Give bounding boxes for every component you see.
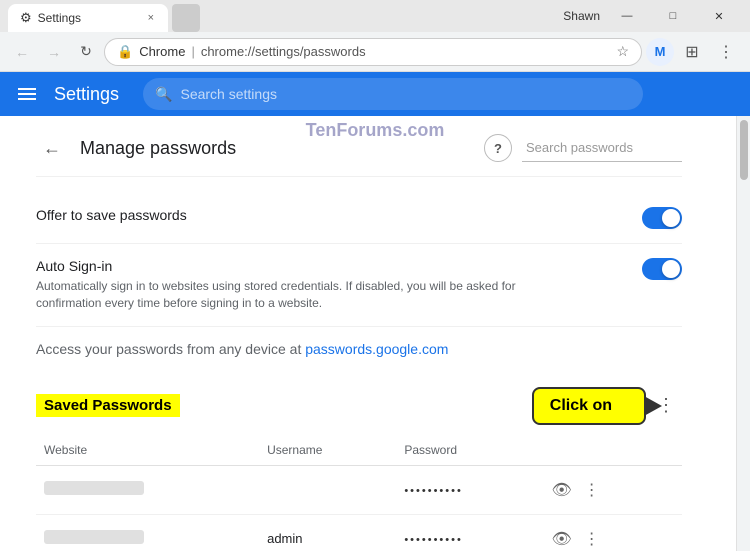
scrollbar[interactable] <box>736 116 750 551</box>
page-header-left: ← Manage passwords <box>36 132 236 164</box>
search-icon: 🔍 <box>155 86 172 103</box>
help-button[interactable]: ? <box>484 134 512 162</box>
google-passwords-link[interactable]: passwords.google.com <box>305 341 448 357</box>
url-origin: Chrome <box>139 44 185 59</box>
settings-search-box[interactable]: 🔍 <box>143 78 643 110</box>
close-window-button[interactable]: ✕ <box>696 0 742 32</box>
password-dots-1: •••••••••• <box>404 485 463 497</box>
username-label: Shawn <box>563 9 600 23</box>
hamburger-line-2 <box>18 93 36 95</box>
google-link-text: Access your passwords from any device at <box>36 341 305 357</box>
blurred-website-2 <box>44 530 144 544</box>
row-actions-2: 👁 ⋮ <box>548 525 674 551</box>
username-cell-2: admin <box>259 514 396 551</box>
page-header-right: ? <box>484 134 682 162</box>
page-back-button[interactable]: ← <box>36 132 68 164</box>
table-row: •••••••••• 👁 ⋮ <box>36 465 682 514</box>
google-link-row: Access your passwords from any device at… <box>36 327 682 377</box>
tab-close-button[interactable]: × <box>146 10 156 26</box>
passwords-table: Website Username Password •••••••••• 👁 ⋮ <box>36 435 682 551</box>
settings-tab-title: Settings <box>38 11 81 25</box>
actions-cell-1: 👁 ⋮ <box>540 465 682 514</box>
offer-save-passwords-row: Offer to save passwords <box>36 193 682 244</box>
tab-area: ⚙ Settings × <box>8 0 563 32</box>
page-header: ← Manage passwords ? <box>36 132 682 177</box>
url-path: chrome://settings/passwords <box>201 44 366 59</box>
toolbar-actions: M ⊞ ⋮ <box>646 36 742 68</box>
auto-signin-label: Auto Sign-in <box>36 258 516 274</box>
maximize-button[interactable]: □ <box>650 0 696 32</box>
auto-signin-toggle[interactable] <box>642 258 682 280</box>
blurred-website-1 <box>44 481 144 495</box>
website-cell-1 <box>36 465 259 514</box>
callout-arrow-icon <box>620 400 628 412</box>
password-search-input[interactable] <box>522 134 682 162</box>
auto-signin-desc: Automatically sign in to websites using … <box>36 278 516 312</box>
settings-tab-icon: ⚙ <box>20 10 32 26</box>
main-content: ← Manage passwords ? Offer to save passw… <box>0 116 750 551</box>
reload-button[interactable]: ↻ <box>72 38 100 66</box>
scroll-thumb[interactable] <box>740 120 748 180</box>
password-column-header: Password <box>396 435 539 466</box>
row-more-button-1[interactable]: ⋮ <box>578 476 606 504</box>
password-cell-2: •••••••••• <box>396 514 539 551</box>
show-password-button-1[interactable]: 👁 <box>548 476 576 504</box>
offer-save-passwords-toggle[interactable] <box>642 207 682 229</box>
settings-search-input[interactable] <box>180 86 631 102</box>
back-button[interactable]: ← <box>8 38 36 66</box>
auto-signin-toggle-slider <box>642 258 682 280</box>
titlebar: ⚙ Settings × Shawn — □ ✕ <box>0 0 750 32</box>
extensions-button[interactable]: ⊞ <box>676 36 708 68</box>
forward-button[interactable]: → <box>40 38 68 66</box>
password-cell-1: •••••••••• <box>396 465 539 514</box>
table-body: •••••••••• 👁 ⋮ admin •••••••••• 👁 <box>36 465 682 551</box>
auto-signin-label-area: Auto Sign-in Automatically sign in to we… <box>36 258 516 312</box>
website-cell-2 <box>36 514 259 551</box>
saved-passwords-section-header: Saved Passwords Click on ⋮ <box>36 377 682 435</box>
callout-text: Click on <box>550 397 612 415</box>
table-header: Website Username Password <box>36 435 682 466</box>
minimize-button[interactable]: — <box>604 0 650 32</box>
password-dots-2: •••••••••• <box>404 534 463 546</box>
table-row: admin •••••••••• 👁 ⋮ <box>36 514 682 551</box>
saved-passwords-actions: Click on ⋮ <box>532 387 682 425</box>
bookmark-button[interactable]: ☆ <box>616 43 629 60</box>
username-column-header: Username <box>259 435 396 466</box>
toggle-slider <box>642 207 682 229</box>
page-title: Manage passwords <box>80 138 236 159</box>
username-cell-1 <box>259 465 396 514</box>
url-separator: | <box>191 44 194 59</box>
auto-signin-row: Auto Sign-in Automatically sign in to we… <box>36 244 682 327</box>
row-actions-1: 👁 ⋮ <box>548 476 674 504</box>
website-column-header: Website <box>36 435 259 466</box>
url-actions: ☆ <box>616 43 629 60</box>
offer-save-passwords-label-area: Offer to save passwords <box>36 207 187 223</box>
row-more-button-2[interactable]: ⋮ <box>578 525 606 551</box>
actions-column-header <box>540 435 682 466</box>
offer-save-passwords-label: Offer to save passwords <box>36 207 187 223</box>
addressbar: ← → ↻ 🔒 Chrome | chrome://settings/passw… <box>0 32 750 72</box>
actions-cell-2: 👁 ⋮ <box>540 514 682 551</box>
hamburger-line-3 <box>18 98 36 100</box>
settings-tab[interactable]: ⚙ Settings × <box>8 4 168 32</box>
settings-page-title: Settings <box>54 84 119 105</box>
url-bar[interactable]: 🔒 Chrome | chrome://settings/passwords ☆ <box>104 38 642 66</box>
menu-button[interactable]: ⋮ <box>710 36 742 68</box>
hamburger-line-1 <box>18 88 36 90</box>
new-tab-button[interactable] <box>172 4 200 32</box>
show-password-button-2[interactable]: 👁 <box>548 525 576 551</box>
content-area: ← Manage passwords ? Offer to save passw… <box>0 116 730 551</box>
saved-passwords-label: Saved Passwords <box>36 394 180 417</box>
hamburger-menu-button[interactable] <box>12 82 42 106</box>
secure-icon: 🔒 <box>117 44 133 60</box>
window-controls: — □ ✕ <box>604 0 742 32</box>
profile-button[interactable]: M <box>646 38 674 66</box>
chrome-settings-header: Settings 🔍 <box>0 72 750 116</box>
callout-bubble: Click on <box>532 387 646 425</box>
